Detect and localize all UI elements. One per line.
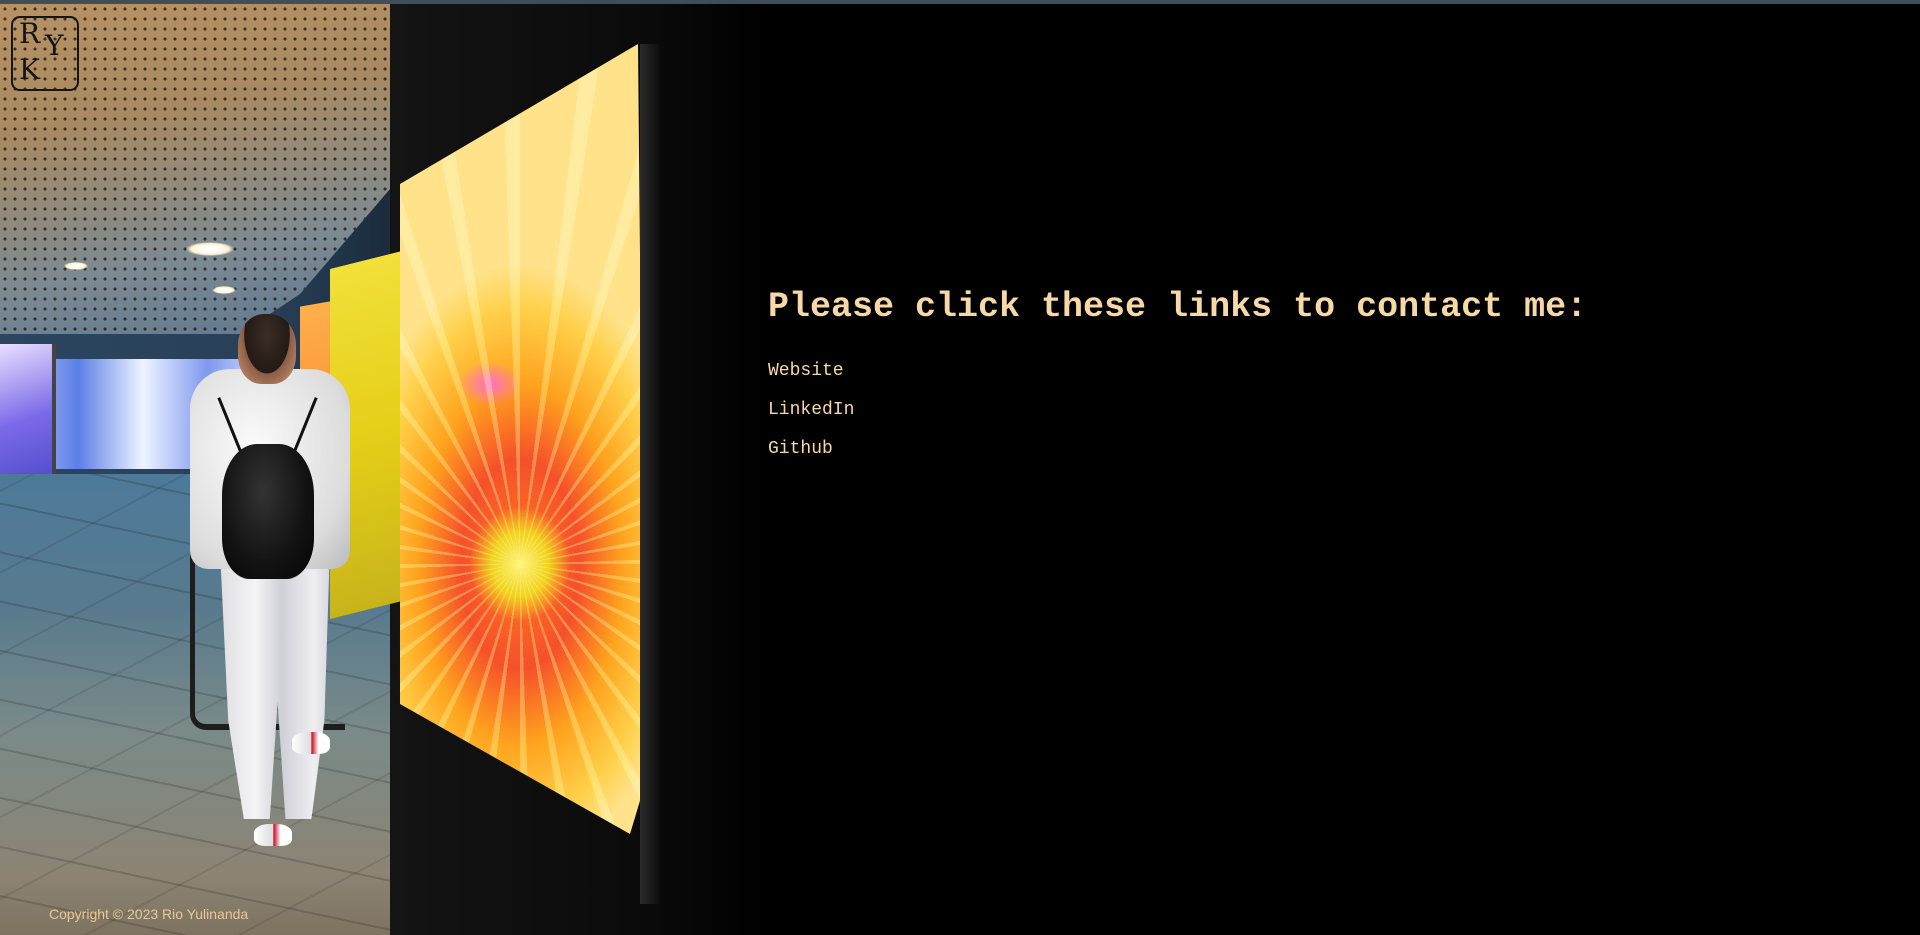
logo-letter: K — [19, 53, 40, 86]
photo-shoe — [292, 732, 330, 754]
hero-photo — [0, 4, 768, 935]
site-logo[interactable]: R Y K — [11, 16, 79, 91]
photo-person-head — [238, 314, 296, 384]
ceiling-light — [212, 286, 236, 294]
photo-flower-display — [400, 44, 645, 834]
copyright-text: Copyright © 2023 Rio Yulinanda — [49, 906, 249, 922]
contact-links: Website LinkedIn Github — [768, 352, 854, 469]
contact-section: Please click these links to contact me: … — [768, 4, 1920, 935]
contact-heading: Please click these links to contact me: — [768, 287, 1588, 327]
website-link[interactable]: Website — [768, 352, 854, 391]
photo-shoe — [254, 824, 292, 846]
ceiling-light — [186, 242, 234, 256]
linkedin-link[interactable]: LinkedIn — [768, 391, 854, 430]
logo-letter: R — [19, 17, 41, 50]
photo-backpack — [222, 444, 314, 579]
github-link[interactable]: Github — [768, 430, 854, 469]
photo-display-frame — [640, 44, 660, 904]
logo-letter: Y — [45, 29, 64, 62]
ceiling-light — [64, 262, 88, 270]
